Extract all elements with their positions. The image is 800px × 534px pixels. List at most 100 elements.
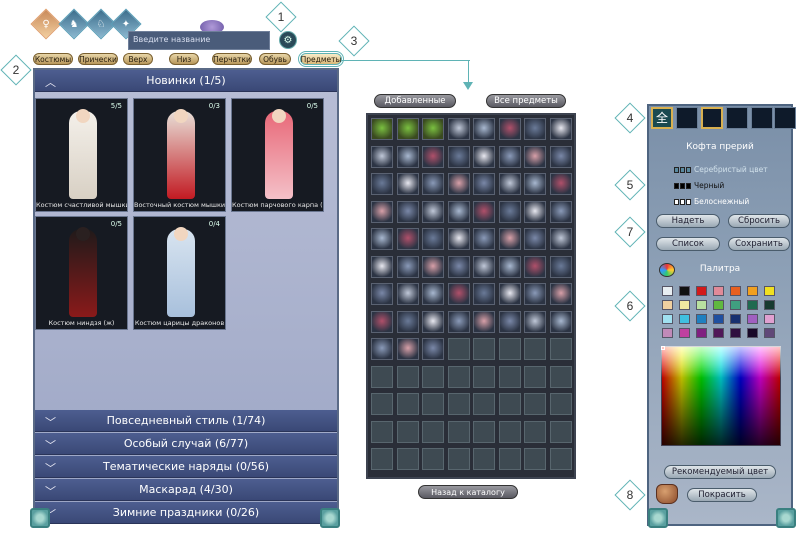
part-slot[interactable] — [774, 107, 796, 129]
palette-swatch[interactable] — [747, 314, 758, 324]
palette-swatch[interactable] — [679, 328, 690, 338]
reset-button[interactable]: Сбросить — [728, 214, 790, 228]
recommended-color-button[interactable]: Рекомендуемый цвет — [664, 465, 776, 479]
item-slot[interactable] — [498, 173, 521, 195]
palette-swatch[interactable] — [696, 300, 707, 310]
item-slot[interactable] — [371, 283, 393, 305]
wear-button[interactable]: Надеть — [656, 214, 720, 228]
palette-swatch[interactable] — [764, 300, 775, 310]
item-slot[interactable] — [422, 255, 444, 278]
item-slot[interactable] — [524, 145, 546, 168]
item-slot[interactable] — [473, 283, 495, 305]
item-slot[interactable] — [473, 310, 495, 333]
item-slot[interactable] — [396, 173, 419, 195]
item-slot[interactable] — [396, 145, 419, 168]
item-slot[interactable] — [524, 283, 546, 305]
item-slot[interactable] — [498, 200, 521, 223]
item-slot[interactable] — [422, 338, 444, 360]
picker-cursor[interactable] — [661, 346, 665, 350]
item-slot[interactable] — [447, 283, 470, 305]
item-slot[interactable] — [498, 310, 521, 333]
tab-items[interactable]: Предметы — [298, 51, 344, 67]
palette-swatch[interactable] — [679, 286, 690, 296]
palette-swatch[interactable] — [764, 328, 775, 338]
item-slot[interactable] — [396, 228, 419, 250]
item-slot[interactable] — [549, 255, 572, 278]
item-slot[interactable] — [498, 118, 521, 140]
item-slot[interactable] — [422, 228, 444, 250]
palette-swatch[interactable] — [730, 286, 741, 296]
category-header[interactable]: ﹀ Повседневный стиль (1/74) — [35, 410, 337, 432]
palette-swatch[interactable] — [696, 286, 707, 296]
item-slot[interactable] — [498, 283, 521, 305]
tab-hairstyles[interactable]: Прически — [78, 53, 118, 65]
item-slot[interactable] — [447, 255, 470, 278]
palette-swatch[interactable] — [747, 328, 758, 338]
palette-swatch[interactable] — [713, 328, 724, 338]
item-slot[interactable] — [371, 310, 393, 333]
list-button[interactable]: Список — [656, 237, 720, 251]
tab-gloves[interactable]: Перчатки — [212, 53, 252, 65]
item-slot[interactable] — [422, 283, 444, 305]
save-button[interactable]: Сохранить — [728, 237, 790, 251]
item-slot[interactable] — [473, 228, 495, 250]
item-slot[interactable] — [498, 255, 521, 278]
item-slot[interactable] — [371, 173, 393, 195]
color-option[interactable]: Черный — [674, 181, 724, 190]
item-slot[interactable] — [447, 310, 470, 333]
item-slot[interactable] — [498, 228, 521, 250]
palette-swatch[interactable] — [713, 286, 724, 296]
tab-shoes[interactable]: Обувь — [259, 53, 291, 65]
item-slot[interactable] — [422, 310, 444, 333]
search-input[interactable]: Введите название — [128, 31, 270, 50]
palette-swatch[interactable] — [662, 314, 673, 324]
part-slot[interactable] — [701, 107, 723, 129]
item-slot[interactable] — [422, 118, 444, 140]
item-slot[interactable] — [524, 173, 546, 195]
part-slot[interactable] — [676, 107, 698, 129]
item-slot[interactable] — [549, 310, 572, 333]
palette-swatch[interactable] — [730, 300, 741, 310]
palette-swatch[interactable] — [747, 286, 758, 296]
item-slot[interactable] — [473, 173, 495, 195]
tab-bottom[interactable]: Низ — [169, 53, 199, 65]
palette-swatch[interactable] — [679, 300, 690, 310]
item-slot[interactable] — [549, 283, 572, 305]
item-slot[interactable] — [473, 255, 495, 278]
item-slot[interactable] — [473, 145, 495, 168]
costume-card[interactable]: 5/5 Костюм счастливой мышки (ж) — [35, 98, 128, 212]
part-slot[interactable] — [751, 107, 773, 129]
item-slot[interactable] — [396, 338, 419, 360]
item-slot[interactable] — [371, 200, 393, 223]
item-slot[interactable] — [422, 145, 444, 168]
item-slot[interactable] — [473, 118, 495, 140]
part-slot[interactable] — [726, 107, 748, 129]
search-button[interactable]: ⚙ — [279, 31, 297, 49]
color-option[interactable]: Серебристый цвет — [674, 165, 768, 174]
item-slot[interactable] — [549, 145, 572, 168]
costume-card[interactable]: 0/5 Костюм парчового карпа (ж) — [231, 98, 324, 212]
item-slot[interactable] — [498, 145, 521, 168]
palette-swatch[interactable] — [696, 314, 707, 324]
item-slot[interactable] — [524, 255, 546, 278]
item-slot[interactable] — [396, 310, 419, 333]
item-slot[interactable] — [371, 255, 393, 278]
item-slot[interactable] — [549, 118, 572, 140]
palette-swatch[interactable] — [662, 286, 673, 296]
item-slot[interactable] — [396, 283, 419, 305]
category-header[interactable]: ﹀ Тематические наряды (0/56) — [35, 456, 337, 478]
color-option[interactable]: Белоснежный — [674, 197, 749, 206]
item-slot[interactable] — [447, 118, 470, 140]
item-slot[interactable] — [396, 200, 419, 223]
category-costume-icon[interactable]: ♀ — [30, 8, 62, 40]
item-slot[interactable] — [396, 255, 419, 278]
palette-swatch[interactable] — [662, 300, 673, 310]
palette-swatch[interactable] — [696, 328, 707, 338]
category-header[interactable]: ﹀ Особый случай (6/77) — [35, 433, 337, 455]
palette-swatch[interactable] — [713, 314, 724, 324]
palette-swatch[interactable] — [662, 328, 673, 338]
palette-swatch[interactable] — [730, 328, 741, 338]
item-slot[interactable] — [524, 228, 546, 250]
palette-swatch[interactable] — [747, 300, 758, 310]
palette-swatch[interactable] — [730, 314, 741, 324]
